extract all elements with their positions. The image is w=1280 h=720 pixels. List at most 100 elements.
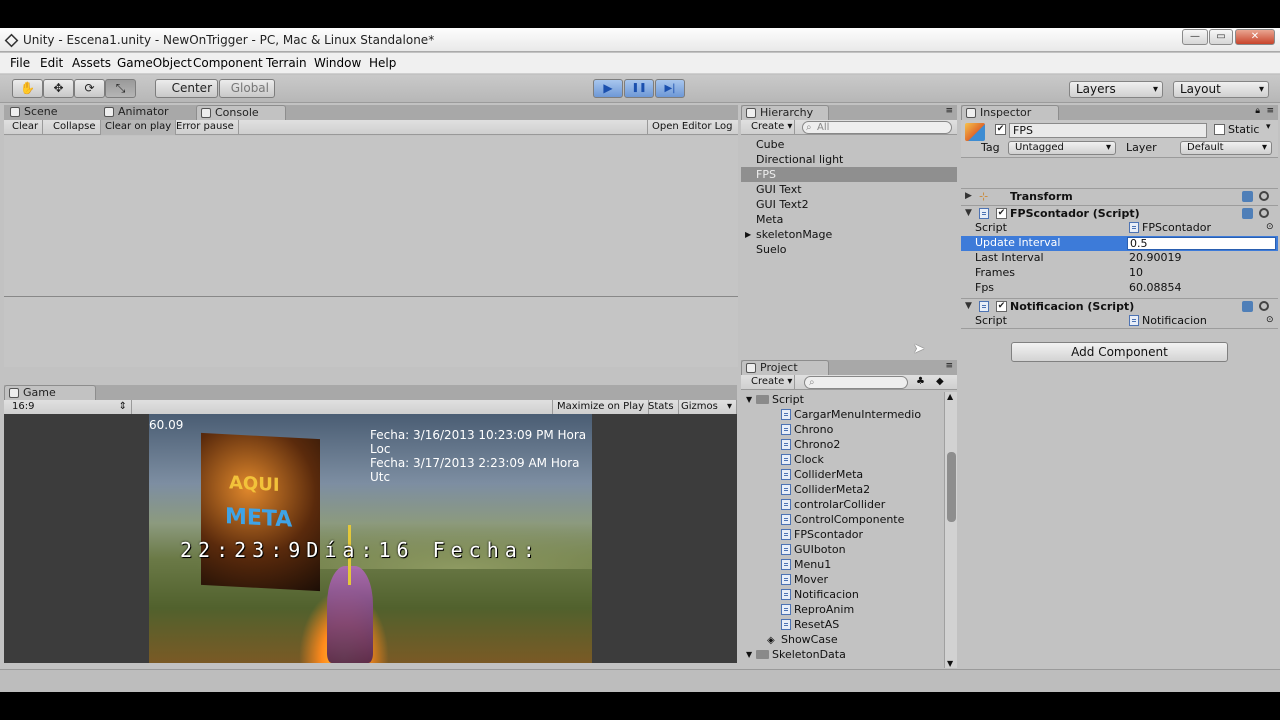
play-button[interactable]: ▶ xyxy=(593,79,623,98)
gear-icon[interactable] xyxy=(1259,208,1269,218)
help-icon[interactable] xyxy=(1242,208,1253,219)
notificacion-component-header[interactable]: ▼ ✔ Notificacion (Script) xyxy=(961,298,1278,314)
project-script-item[interactable]: ResetAS xyxy=(741,617,943,632)
prop-frames-value[interactable]: 10 xyxy=(1129,266,1143,279)
hierarchy-item-cube[interactable]: Cube xyxy=(741,137,957,152)
hierarchy-item-meta[interactable]: Meta xyxy=(741,212,957,227)
stats-button[interactable]: Stats xyxy=(644,400,679,415)
hierarchy-create-dropdown[interactable]: Create ▾ xyxy=(747,120,795,135)
hierarchy-item-fps[interactable]: FPS xyxy=(741,167,957,182)
panel-menu-icon[interactable]: ≡ xyxy=(945,106,953,116)
close-button[interactable]: ✕ xyxy=(1235,29,1275,45)
scale-tool-button[interactable]: ⤡ xyxy=(105,79,136,98)
project-script-item[interactable]: ColliderMeta2 xyxy=(741,482,943,497)
hierarchy-item-suelo[interactable]: Suelo xyxy=(741,242,957,257)
project-script-item[interactable]: FPScontador xyxy=(741,527,943,542)
gizmos-dropdown[interactable]: Gizmos ▾ xyxy=(677,400,737,415)
object-picker-icon[interactable]: ⊙ xyxy=(1266,315,1274,325)
pause-button[interactable]: ❚❚ xyxy=(624,79,654,98)
game-viewport[interactable]: AQUI META 60.09 Fecha: 3/16/2013 10:23:0… xyxy=(4,414,737,663)
active-checkbox[interactable]: ✔ xyxy=(995,124,1006,135)
project-item-showcase[interactable]: ◈ ShowCase xyxy=(741,632,943,647)
hierarchy-search-input[interactable]: ⌕ All xyxy=(802,121,952,134)
project-script-item[interactable]: ControlComponente xyxy=(741,512,943,527)
project-script-item[interactable]: ReproAnim xyxy=(741,602,943,617)
hierarchy-item-skeletonmage[interactable]: ▶ skeletonMage xyxy=(741,227,957,242)
project-script-item[interactable]: GUIboton xyxy=(741,542,943,557)
project-script-item[interactable]: Notificacion xyxy=(741,587,943,602)
hierarchy-item-gui-text[interactable]: GUI Text xyxy=(741,182,957,197)
collapse-arrow-icon[interactable]: ▼ xyxy=(746,647,752,662)
menu-file[interactable]: File xyxy=(10,56,30,70)
move-tool-button[interactable]: ✥ xyxy=(43,79,74,98)
project-script-item[interactable]: Menu1 xyxy=(741,557,943,572)
console-collapse-button[interactable]: Collapse xyxy=(49,120,101,135)
console-clear-on-play-button[interactable]: Clear on play xyxy=(101,120,177,135)
prop-script-value[interactable]: FPScontador xyxy=(1129,221,1211,234)
object-picker-icon[interactable]: ⊙ xyxy=(1266,222,1274,232)
tab-animator[interactable]: Animator xyxy=(100,105,190,120)
scroll-thumb[interactable] xyxy=(947,452,956,522)
menu-edit[interactable]: Edit xyxy=(40,56,63,70)
project-scrollbar[interactable]: ▲ ▼ xyxy=(944,392,957,668)
hierarchy-item-directional-light[interactable]: Directional light xyxy=(741,152,957,167)
fpscontador-component-header[interactable]: ▼ ✔ FPScontador (Script) xyxy=(961,205,1278,221)
tab-console[interactable]: Console xyxy=(196,105,286,120)
minimize-button[interactable]: — xyxy=(1182,29,1208,45)
help-icon[interactable] xyxy=(1242,191,1253,202)
expand-arrow-icon[interactable]: ▶ xyxy=(745,227,751,242)
gear-icon[interactable] xyxy=(1259,301,1269,311)
hand-tool-button[interactable]: ✋ xyxy=(12,79,43,98)
tab-hierarchy[interactable]: Hierarchy xyxy=(741,105,829,120)
panel-menu-icon[interactable]: ≡ xyxy=(945,361,953,371)
layer-dropdown[interactable]: Default xyxy=(1180,141,1272,155)
layers-dropdown[interactable]: Layers xyxy=(1069,81,1163,98)
help-icon[interactable] xyxy=(1242,301,1253,312)
project-script-item[interactable]: controlarCollider xyxy=(741,497,943,512)
menu-help[interactable]: Help xyxy=(369,56,396,70)
project-script-item[interactable]: CargarMenuIntermedio xyxy=(741,407,943,422)
expand-arrow-icon[interactable]: ▶ xyxy=(965,191,972,201)
project-folder-skeletondata[interactable]: ▼ SkeletonData xyxy=(741,647,943,662)
collapse-arrow-icon[interactable]: ▼ xyxy=(746,392,752,407)
hierarchy-item-gui-text2[interactable]: GUI Text2 xyxy=(741,197,957,212)
layout-dropdown[interactable]: Layout xyxy=(1173,81,1269,98)
menu-window[interactable]: Window xyxy=(314,56,361,70)
console-clear-button[interactable]: Clear xyxy=(8,120,44,135)
pivot-global-button[interactable]: Global xyxy=(219,79,275,98)
maximize-on-play-button[interactable]: Maximize on Play xyxy=(552,400,650,415)
project-script-item[interactable]: Mover xyxy=(741,572,943,587)
fpscontador-enabled-checkbox[interactable]: ✔ xyxy=(996,208,1007,219)
rotate-tool-button[interactable]: ⟳ xyxy=(74,79,105,98)
project-search-input[interactable]: ⌕ xyxy=(804,376,908,389)
scroll-up-icon[interactable]: ▲ xyxy=(947,392,953,401)
project-script-item[interactable]: ColliderMeta xyxy=(741,467,943,482)
transform-component-header[interactable]: ▶ ⊹ Transform xyxy=(961,188,1278,204)
project-create-dropdown[interactable]: Create ▾ xyxy=(747,375,795,390)
project-script-item[interactable]: Clock xyxy=(741,452,943,467)
tab-game[interactable]: Game xyxy=(4,385,96,400)
filter-by-label-icon[interactable]: ◆ xyxy=(936,376,944,387)
maximize-button[interactable]: ▭ xyxy=(1209,29,1233,45)
notificacion-script-value[interactable]: Notificacion xyxy=(1129,314,1207,327)
gear-icon[interactable] xyxy=(1259,191,1269,201)
scroll-down-icon[interactable]: ▼ xyxy=(947,659,953,668)
gameobject-name-input[interactable]: FPS xyxy=(1009,123,1207,138)
update-interval-input[interactable]: 0.5 xyxy=(1127,237,1276,250)
menu-terrain[interactable]: Terrain xyxy=(266,56,307,70)
lock-icon[interactable]: 🔒︎ xyxy=(1255,106,1260,116)
filter-by-type-icon[interactable]: ♣ xyxy=(916,376,925,387)
console-error-pause-button[interactable]: Error pause xyxy=(172,120,239,135)
tab-inspector[interactable]: Inspector xyxy=(961,105,1059,120)
panel-menu-icon[interactable]: ≡ xyxy=(1266,106,1274,116)
prop-last-interval-value[interactable]: 20.90019 xyxy=(1129,251,1182,264)
tab-scene[interactable]: Scene xyxy=(6,105,96,120)
collapse-arrow-icon[interactable]: ▼ xyxy=(965,301,972,311)
collapse-arrow-icon[interactable]: ▼ xyxy=(965,208,972,218)
prop-fps-value[interactable]: 60.08854 xyxy=(1129,281,1182,294)
menu-component[interactable]: Component xyxy=(193,56,263,70)
step-button[interactable]: ▶| xyxy=(655,79,685,98)
project-script-item[interactable]: Chrono xyxy=(741,422,943,437)
add-component-button[interactable]: Add Component xyxy=(1011,342,1228,362)
pivot-center-button[interactable]: Center xyxy=(155,79,218,98)
